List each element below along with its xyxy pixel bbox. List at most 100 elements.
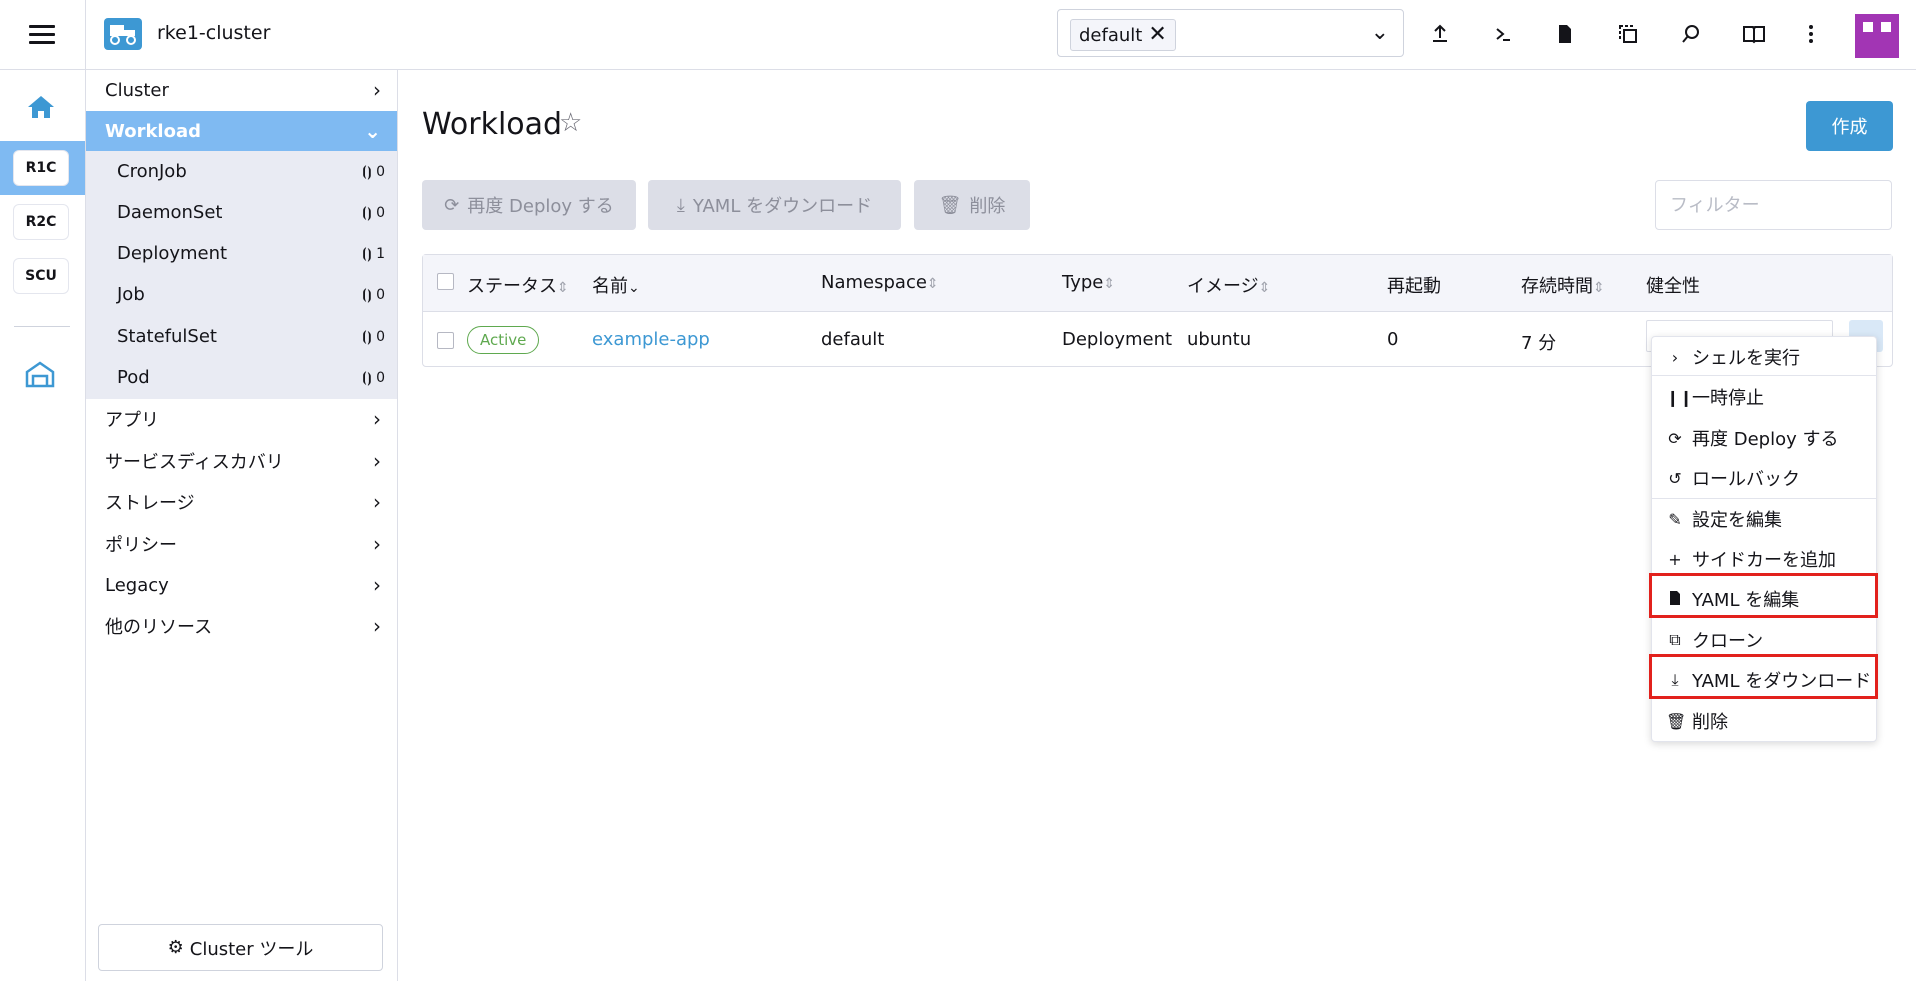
cluster-tools-button[interactable]: ⚙ Cluster ツール [98, 924, 383, 971]
nav-storage[interactable]: ストレージ › [86, 482, 397, 522]
hamburger-menu-icon[interactable] [22, 18, 62, 50]
col-age[interactable]: 存続時間⇕ [1521, 272, 1605, 298]
nav-apps[interactable]: アプリ › [86, 399, 397, 439]
nav-apps-label: アプリ [105, 410, 159, 431]
nav-statefulset-label: StatefulSet [117, 326, 217, 347]
chevron-right-icon: › [373, 532, 381, 556]
namespace-chip: default ✕ [1070, 19, 1176, 51]
col-status[interactable]: ステータス⇕ [467, 272, 569, 298]
shell-icon[interactable] [1486, 17, 1520, 51]
nav-statefulset-count: ⦗⦘ 0 [362, 328, 385, 345]
rail-divider [14, 326, 70, 327]
nav-legacy-label: Legacy [105, 574, 169, 596]
col-health: 健全性 [1646, 276, 1700, 297]
nav-deployment[interactable]: Deployment ⦗⦘ 1 [86, 233, 397, 274]
trash-icon: 🗑 [938, 194, 962, 216]
upload-icon[interactable] [1423, 17, 1457, 51]
chevron-down-icon[interactable]: ⌄ [1371, 20, 1389, 45]
pencil-icon: ✎ [1668, 509, 1682, 529]
nav-deployment-count: ⦗⦘ 1 [362, 245, 385, 262]
trash-icon: 🗑 [1666, 711, 1687, 731]
user-avatar[interactable] [1855, 14, 1899, 58]
nav-more-resources[interactable]: 他のリソース › [86, 606, 397, 646]
cell-image: ubuntu [1187, 329, 1252, 350]
menu-pause[interactable]: ❙❙ 一時停止 [1652, 377, 1876, 417]
menu-delete[interactable]: 🗑 削除 [1652, 701, 1876, 741]
star-icon[interactable]: ☆ [559, 108, 582, 138]
download-yaml-button[interactable]: ⤓ YAML をダウンロード [648, 180, 901, 230]
download-yaml-label: YAML をダウンロード [692, 196, 873, 217]
home-icon[interactable] [26, 94, 56, 127]
menu-redeploy[interactable]: ⟳ 再度 Deploy する [1652, 418, 1876, 458]
chevron-right-icon: › [373, 573, 381, 597]
nav-cluster-label: Cluster [105, 79, 169, 101]
chevron-right-icon: › [373, 78, 381, 102]
nav-cronjob[interactable]: CronJob ⦗⦘ 0 [86, 151, 397, 192]
rail-cluster-scu[interactable]: SCU [14, 259, 68, 293]
col-restarts: 再起動 [1387, 276, 1441, 297]
menu-edit-config-label: 設定を編集 [1692, 510, 1782, 531]
highlight-download-yaml [1649, 654, 1878, 699]
delete-button[interactable]: 🗑 削除 [914, 180, 1030, 230]
nav-policy-label: ポリシー [105, 535, 177, 556]
header-divider [85, 0, 86, 69]
status-badge: Active [467, 326, 540, 354]
namespace-selector[interactable]: default ✕ ⌄ [1057, 9, 1404, 57]
nav-service-discovery[interactable]: サービスディスカバリ › [86, 441, 397, 481]
nav-pod[interactable]: Pod ⦗⦘ 0 [86, 357, 397, 398]
chip-remove-icon[interactable]: ✕ [1148, 24, 1166, 46]
workload-name-link[interactable]: example-app [592, 329, 710, 350]
nav-legacy[interactable]: Legacy › [86, 565, 397, 605]
book-icon[interactable] [1737, 17, 1771, 51]
nav-cluster[interactable]: Cluster › [86, 70, 397, 110]
menu-rollback[interactable]: ↺ ロールバック [1652, 458, 1876, 498]
gear-icon: ⚙ [167, 937, 184, 958]
table-header: ステータス⇕ 名前⌄ Namespace⇕ Type⇕ イメージ⇕ 再起動 存続… [423, 255, 1892, 312]
cluster-name: rke1-cluster [157, 22, 271, 44]
nav-statefulset[interactable]: StatefulSet ⦗⦘ 0 [86, 316, 397, 357]
col-name[interactable]: 名前⌄ [592, 272, 640, 298]
menu-add-sidecar-label: サイドカーを追加 [1692, 550, 1836, 571]
chevron-right-icon: › [373, 407, 381, 431]
menu-edit-config[interactable]: ✎ 設定を編集 [1652, 499, 1876, 539]
cell-age: 7 分 [1521, 333, 1557, 354]
chevron-right-icon: › [373, 614, 381, 638]
file-icon[interactable] [1548, 17, 1582, 51]
cluster-manager-icon[interactable] [24, 360, 58, 390]
nav-workload[interactable]: Workload ⌄ [86, 111, 397, 151]
nav-more-resources-label: 他のリソース [105, 617, 213, 638]
download-icon: ⤓ [676, 194, 685, 216]
nav-deployment-label: Deployment [117, 243, 228, 264]
nav-daemonset-count: ⦗⦘ 0 [362, 204, 385, 221]
nav-storage-label: ストレージ [105, 493, 195, 514]
redeploy-button[interactable]: ⟳ 再度 Deploy する [422, 180, 636, 230]
row-checkbox[interactable] [437, 332, 454, 349]
filter-input[interactable] [1655, 180, 1892, 230]
chevron-right-icon: › [1671, 347, 1679, 367]
nav-workload-label: Workload [105, 120, 201, 142]
menu-clone-label: クローン [1692, 631, 1764, 652]
chevron-right-icon: › [373, 449, 381, 473]
menu-execute-shell[interactable]: › シェルを実行 [1652, 337, 1876, 377]
col-namespace[interactable]: Namespace⇕ [821, 272, 939, 293]
cluster-tools-label: Cluster ツール [189, 938, 314, 960]
col-type[interactable]: Type⇕ [1062, 272, 1115, 293]
nav-job[interactable]: Job ⦗⦘ 0 [86, 274, 397, 315]
search-icon[interactable] [1674, 17, 1708, 51]
more-vertical-icon[interactable] [1794, 17, 1828, 51]
rail-cluster-r1c[interactable]: R1C [14, 151, 68, 185]
create-button[interactable]: 作成 [1806, 101, 1893, 151]
col-image[interactable]: イメージ⇕ [1187, 272, 1270, 298]
nav-service-discovery-label: サービスディスカバリ [105, 452, 284, 473]
rail-cluster-r2c[interactable]: R2C [14, 205, 68, 239]
nav-policy[interactable]: ポリシー › [86, 524, 397, 564]
menu-divider [1652, 375, 1876, 376]
select-all-checkbox[interactable] [437, 273, 454, 290]
refresh-icon: ⟳ [444, 194, 460, 216]
chevron-down-icon: ⌄ [364, 119, 381, 143]
nav-daemonset[interactable]: DaemonSet ⦗⦘ 0 [86, 192, 397, 233]
cell-restarts: 0 [1387, 329, 1399, 350]
cell-namespace: default [821, 329, 885, 350]
copy-icon[interactable] [1611, 17, 1645, 51]
redeploy-label: 再度 Deploy する [467, 196, 614, 217]
